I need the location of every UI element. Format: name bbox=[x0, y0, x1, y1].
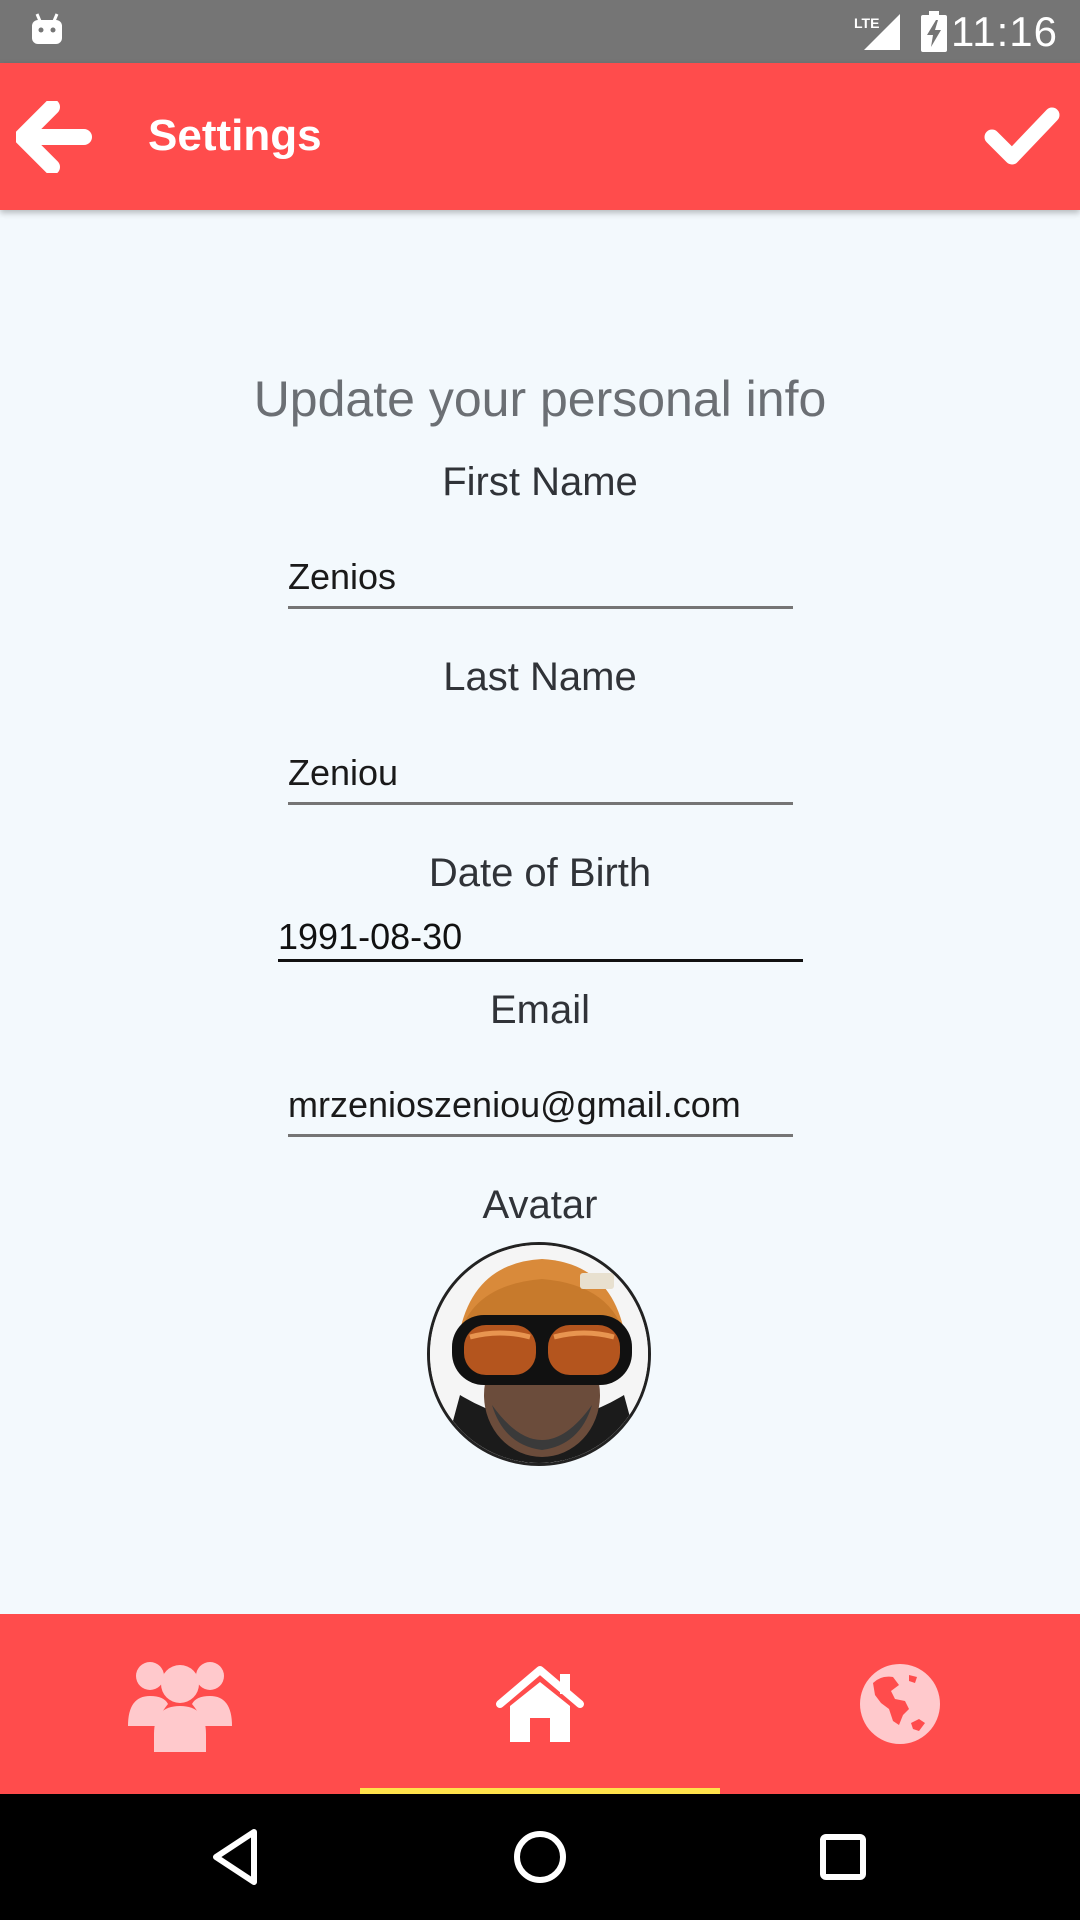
last-name-label: Last Name bbox=[443, 655, 637, 699]
circle-home-icon bbox=[514, 1831, 566, 1883]
svg-text:LTE: LTE bbox=[854, 15, 879, 31]
bottom-nav bbox=[0, 1614, 1080, 1794]
nav-item-users[interactable] bbox=[0, 1614, 360, 1794]
system-recents-button[interactable] bbox=[808, 1822, 878, 1892]
status-bar: LTE 11:16 bbox=[0, 0, 1080, 63]
android-icon bbox=[32, 13, 62, 44]
home-icon bbox=[496, 1666, 584, 1742]
globe-icon bbox=[860, 1664, 940, 1744]
status-time: 11:16 bbox=[951, 8, 1058, 55]
system-back-button[interactable] bbox=[202, 1822, 272, 1892]
triangle-back-icon bbox=[213, 1829, 257, 1885]
page-title: Settings bbox=[148, 111, 322, 160]
users-icon bbox=[128, 1662, 232, 1752]
system-nav-bar bbox=[0, 1794, 1080, 1920]
avatar[interactable] bbox=[427, 1242, 651, 1466]
date-of-birth-field[interactable]: 1991-08-30 bbox=[278, 912, 803, 962]
avatar-label: Avatar bbox=[482, 1183, 598, 1227]
email-field[interactable] bbox=[288, 1076, 793, 1137]
arrow-left-icon bbox=[14, 99, 92, 175]
system-home-button[interactable] bbox=[505, 1822, 575, 1892]
first-name-label: First Name bbox=[442, 460, 638, 504]
date-of-birth-label: Date of Birth bbox=[428, 851, 652, 895]
lte-signal-icon: LTE bbox=[854, 14, 900, 50]
app-bar: Settings bbox=[0, 63, 1080, 210]
square-recents-icon bbox=[820, 1834, 866, 1880]
nav-item-globe[interactable] bbox=[720, 1614, 1080, 1794]
avatar-photo bbox=[430, 1245, 648, 1463]
battery-charging-icon bbox=[921, 11, 947, 52]
save-button[interactable] bbox=[984, 107, 1060, 167]
first-name-field[interactable] bbox=[288, 548, 793, 609]
check-icon bbox=[984, 107, 1060, 165]
form-heading: Update your personal info bbox=[253, 371, 827, 427]
settings-form: Update your personal info First Name Las… bbox=[0, 210, 1080, 1614]
email-label: Email bbox=[489, 988, 591, 1032]
nav-item-home[interactable] bbox=[360, 1614, 720, 1794]
back-button[interactable] bbox=[14, 99, 92, 175]
last-name-field[interactable] bbox=[288, 744, 793, 805]
